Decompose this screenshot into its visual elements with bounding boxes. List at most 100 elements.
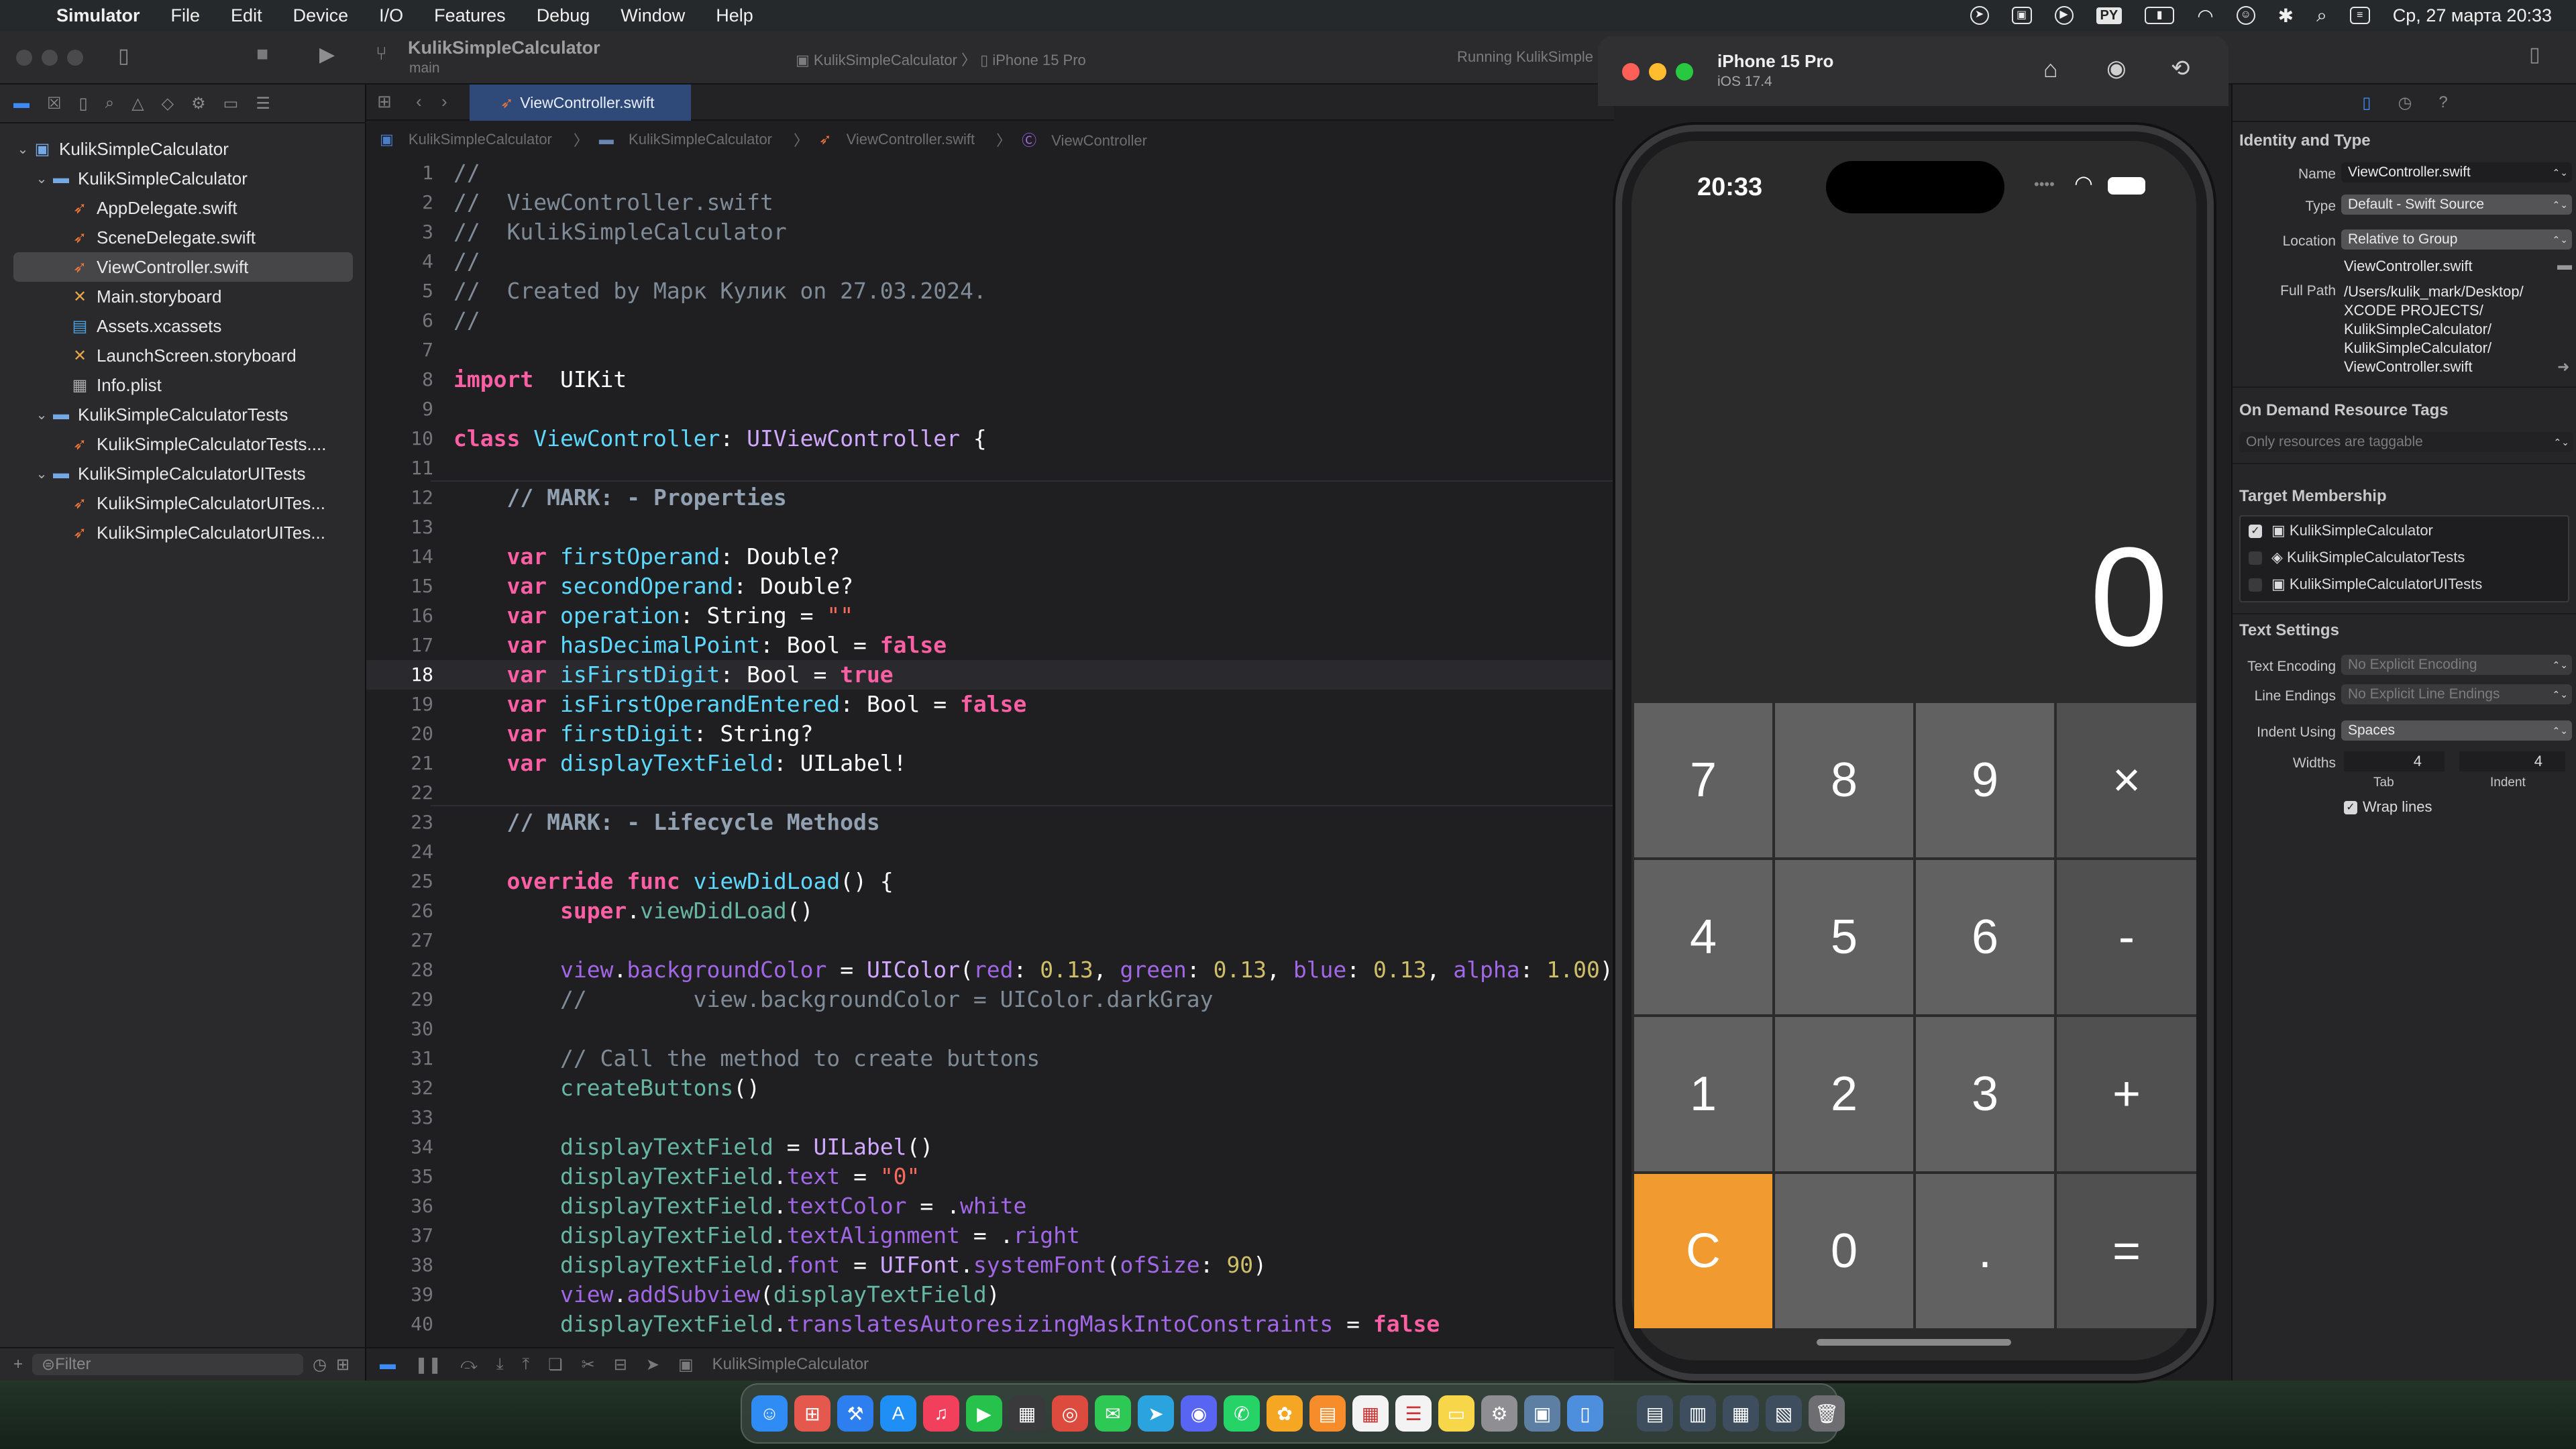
find-icon[interactable]: ⌕: [105, 94, 114, 113]
line-number[interactable]: 35: [366, 1162, 433, 1191]
reveal-in-finder-icon[interactable]: ➜: [2557, 358, 2569, 376]
music-icon[interactable]: ♫: [923, 1395, 959, 1432]
pause-icon[interactable]: ❚❚: [415, 1355, 441, 1375]
sidebar-toggle-icon[interactable]: ▯: [118, 44, 129, 68]
screenshot-icon[interactable]: ◉: [2106, 55, 2127, 82]
step-in-icon[interactable]: ⤓: [496, 1355, 504, 1374]
code-line[interactable]: 36 displayTextField.textColor = .white: [366, 1191, 1614, 1221]
name-field[interactable]: ViewController.swift: [2341, 162, 2572, 182]
code-line[interactable]: 15 var secondOperand: Double?: [366, 572, 1614, 601]
code-line[interactable]: 18 var isFirstDigit: Bool = true: [366, 660, 1614, 690]
wifi-icon[interactable]: ◠: [2197, 5, 2213, 27]
line-number[interactable]: 11: [366, 453, 433, 483]
history-icon[interactable]: ◷: [2398, 93, 2412, 113]
wrap-lines-checkbox[interactable]: ✓: [2344, 801, 2357, 815]
disclosure-chevron-icon[interactable]: ⌄: [32, 466, 51, 482]
filter-input[interactable]: ⊜ Filter: [32, 1354, 304, 1375]
code-line[interactable]: 28 view.backgroundColor = UIColor(red: 0…: [366, 955, 1614, 985]
navigator-item[interactable]: ⌄ ▣ KulikSimpleCalculator: [0, 134, 366, 164]
forward-icon[interactable]: ›: [441, 91, 447, 112]
code-line[interactable]: 40 displayTextField.translatesAutoresizi…: [366, 1309, 1614, 1339]
code-line[interactable]: 25 override func viewDidLoad() {: [366, 867, 1614, 896]
code-line[interactable]: 11: [366, 453, 1614, 483]
minimize-window-button[interactable]: [42, 50, 58, 66]
grid-icon[interactable]: ⊞: [377, 91, 392, 112]
notes-icon[interactable]: ▭: [1438, 1395, 1474, 1432]
navigator-item-selected[interactable]: ➶ ViewController.swift: [13, 252, 353, 282]
target-checkbox[interactable]: ✓: [2249, 525, 2262, 539]
rotate-icon[interactable]: ⟲: [2171, 55, 2190, 82]
code-line[interactable]: 5 // Created by Марк Кулик on 27.03.2024.: [366, 276, 1614, 306]
home-indicator[interactable]: [1817, 1339, 2011, 1346]
calc-key[interactable]: 5: [1775, 860, 1913, 1014]
line-number[interactable]: 6: [366, 306, 433, 335]
code-line[interactable]: 16 var operation: String = "": [366, 601, 1614, 631]
console-toggle-icon[interactable]: ▬: [380, 1355, 396, 1374]
line-number[interactable]: 34: [366, 1132, 433, 1162]
choose-folder-icon[interactable]: ▬: [2557, 256, 2572, 274]
code-line[interactable]: 19 var isFirstOperandEntered: Bool = fal…: [366, 690, 1614, 719]
line-number[interactable]: 31: [366, 1044, 433, 1073]
jump-file[interactable]: ➶ ViewController.swift: [819, 131, 985, 148]
jump-project[interactable]: ▣ KulikSimpleCalculator: [380, 131, 563, 148]
code-line[interactable]: 34 displayTextField = UILabel(): [366, 1132, 1614, 1162]
line-number[interactable]: 14: [366, 542, 433, 572]
target-row[interactable]: ▣ KulikSimpleCalculatorUITests: [2249, 576, 2482, 593]
code-line[interactable]: 7: [366, 335, 1614, 365]
calc-key[interactable]: 3: [1916, 1017, 2054, 1171]
environment-icon[interactable]: ⊟: [614, 1355, 627, 1375]
messages-icon[interactable]: ✉: [1095, 1395, 1131, 1432]
line-number[interactable]: 27: [366, 926, 433, 955]
folder-icon[interactable]: ▬: [13, 94, 30, 113]
finder-icon[interactable]: ☺: [751, 1395, 788, 1432]
navigator-item[interactable]: ✕ LaunchScreen.storyboard: [0, 341, 366, 370]
breakpoint-icon[interactable]: ▭: [223, 94, 239, 113]
source-control-icon[interactable]: ☒: [47, 94, 62, 113]
location-popup[interactable]: Relative to Group: [2341, 229, 2572, 250]
file-inspector-icon[interactable]: ▯: [2362, 93, 2371, 113]
wrap-lines-option[interactable]: ✓ Wrap lines: [2344, 798, 2432, 816]
calc-key[interactable]: +: [2057, 1017, 2196, 1171]
code-line[interactable]: 12 // MARK: - Properties: [366, 483, 1614, 513]
disclosure-chevron-icon[interactable]: ⌄: [13, 141, 32, 158]
calc-key[interactable]: =: [2057, 1174, 2196, 1328]
menu-device[interactable]: Device: [293, 5, 349, 26]
code-line[interactable]: 9: [366, 394, 1614, 424]
odr-tags-field[interactable]: Only resources are taggable: [2239, 432, 2573, 452]
menu-edit[interactable]: Edit: [231, 5, 262, 26]
line-number[interactable]: 22: [366, 778, 433, 808]
line-number[interactable]: 2: [366, 188, 433, 217]
code-line[interactable]: 8 import UIKit: [366, 365, 1614, 394]
code-editor[interactable]: 1 // 2 // ViewController.swift 3 // KulikSimp…: [366, 158, 1614, 1347]
navigator-item[interactable]: ⌄ ▬ KulikSimpleCalculator: [0, 164, 366, 193]
location-sim-icon[interactable]: ➤: [646, 1355, 659, 1375]
target-row[interactable]: ✓ ▣ KulikSimpleCalculator: [2249, 522, 2433, 539]
view-hierarchy-icon[interactable]: ❏: [548, 1355, 563, 1375]
screen-icon[interactable]: ▣: [2011, 7, 2032, 24]
simulator-close-button[interactable]: [1622, 63, 1640, 80]
jump-group[interactable]: ▬ KulikSimpleCalculator: [599, 131, 783, 148]
code-line[interactable]: 35 displayTextField.text = "0": [366, 1162, 1614, 1191]
navigator-item[interactable]: ⌄ ▬ KulikSimpleCalculatorTests: [0, 400, 366, 429]
target-checkbox[interactable]: [2249, 551, 2262, 566]
line-number[interactable]: 15: [366, 572, 433, 601]
simulator-minimize-button[interactable]: [1649, 63, 1666, 80]
whatsapp-icon[interactable]: ✆: [1224, 1395, 1260, 1432]
scheme-selector[interactable]: ▣ KulikSimpleCalculator 〉 ▯ iPhone 15 Pr…: [796, 48, 1086, 70]
calc-key[interactable]: 1: [1634, 1017, 1772, 1171]
indent-width-stepper[interactable]: 4: [2459, 751, 2565, 771]
disclosure-chevron-icon[interactable]: ⌄: [32, 170, 51, 187]
code-line[interactable]: 27: [366, 926, 1614, 955]
report-icon[interactable]: ☰: [256, 94, 270, 113]
calc-key[interactable]: C: [1634, 1174, 1772, 1328]
navigator-item[interactable]: ▤ Assets.xcassets: [0, 311, 366, 341]
navigator-item[interactable]: ➶ KulikSimpleCalculatorUITes...: [0, 488, 366, 518]
line-number[interactable]: 8: [366, 365, 433, 394]
type-popup[interactable]: Default - Swift Source: [2341, 195, 2572, 215]
navigator-item[interactable]: ✕ Main.storyboard: [0, 282, 366, 311]
debug-icon[interactable]: ⚙: [191, 94, 206, 113]
line-endings-popup[interactable]: No Explicit Line Endings: [2341, 684, 2572, 704]
line-number[interactable]: 36: [366, 1191, 433, 1221]
target-row[interactable]: ◈ KulikSimpleCalculatorTests: [2249, 549, 2465, 566]
line-number[interactable]: 24: [366, 837, 433, 867]
